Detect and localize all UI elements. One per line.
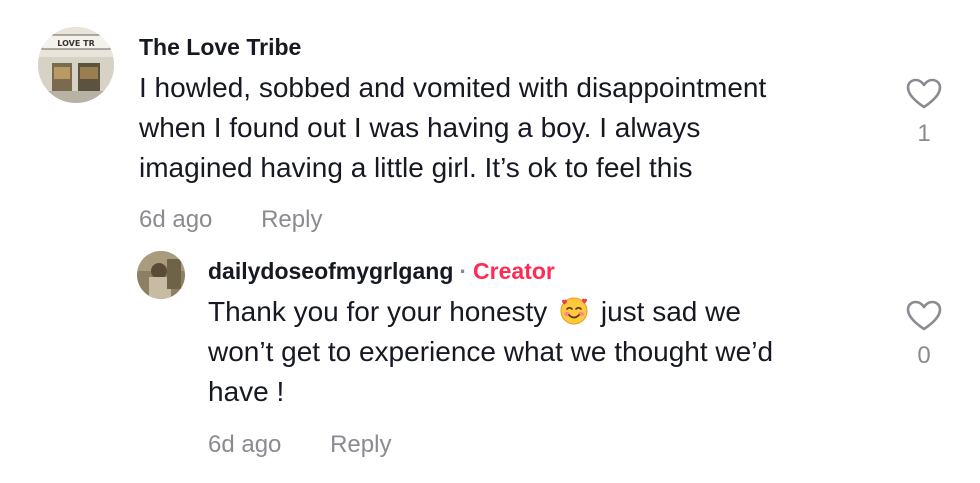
comment-text-line: I howled, sobbed and vomited with disapp… xyxy=(139,72,767,103)
avatar-the-love-tribe[interactable]: LOVE TR xyxy=(38,27,114,103)
smiling-face-with-hearts-emoji-icon xyxy=(560,297,588,325)
comment-meta: 6d ago Reply xyxy=(139,206,364,234)
reply-text-segment: just sad we xyxy=(600,296,741,327)
heart-outline-icon xyxy=(906,78,942,109)
separator-dot: · xyxy=(459,258,468,284)
like-button[interactable]: 1 xyxy=(904,78,944,148)
like-count: 0 xyxy=(917,342,931,369)
reply-text-line: Thank you for your honesty just sad we xyxy=(208,292,888,332)
reply-text-line: won’t get to experience what we thought … xyxy=(208,336,774,367)
reply-meta: 6d ago Reply xyxy=(208,431,433,459)
reply-timestamp: 6d ago xyxy=(208,431,282,458)
avatar-sign-text: LOVE TR xyxy=(57,39,94,48)
reply-username-row: dailydoseofmygrlgang · Creator xyxy=(208,258,555,285)
comment-text: I howled, sobbed and vomited with disapp… xyxy=(139,68,889,188)
reply-button[interactable]: Reply xyxy=(330,431,391,458)
like-button[interactable]: 0 xyxy=(904,300,944,370)
heart-outline-icon xyxy=(906,300,942,331)
reply-username[interactable]: dailydoseofmygrlgang xyxy=(208,258,453,284)
comment-username[interactable]: The Love Tribe xyxy=(139,34,301,61)
creator-badge: Creator xyxy=(473,258,555,284)
like-count: 1 xyxy=(917,120,931,147)
reply-text: Thank you for your honesty just sad we w… xyxy=(208,292,888,412)
comment-text-line: when I found out I was having a boy. I a… xyxy=(139,112,701,143)
reply-button[interactable]: Reply xyxy=(261,206,322,233)
comment-timestamp: 6d ago xyxy=(139,206,213,233)
user-avatar-image xyxy=(137,251,185,299)
comment-text-line: imagined having a little girl. It’s ok t… xyxy=(139,152,693,183)
reply-text-line: have ! xyxy=(208,376,285,407)
storefront-avatar-image: LOVE TR xyxy=(38,27,114,103)
avatar-dailydoseofmygrlgang[interactable] xyxy=(137,251,185,299)
reply-text-segment: Thank you for your honesty xyxy=(208,296,548,327)
